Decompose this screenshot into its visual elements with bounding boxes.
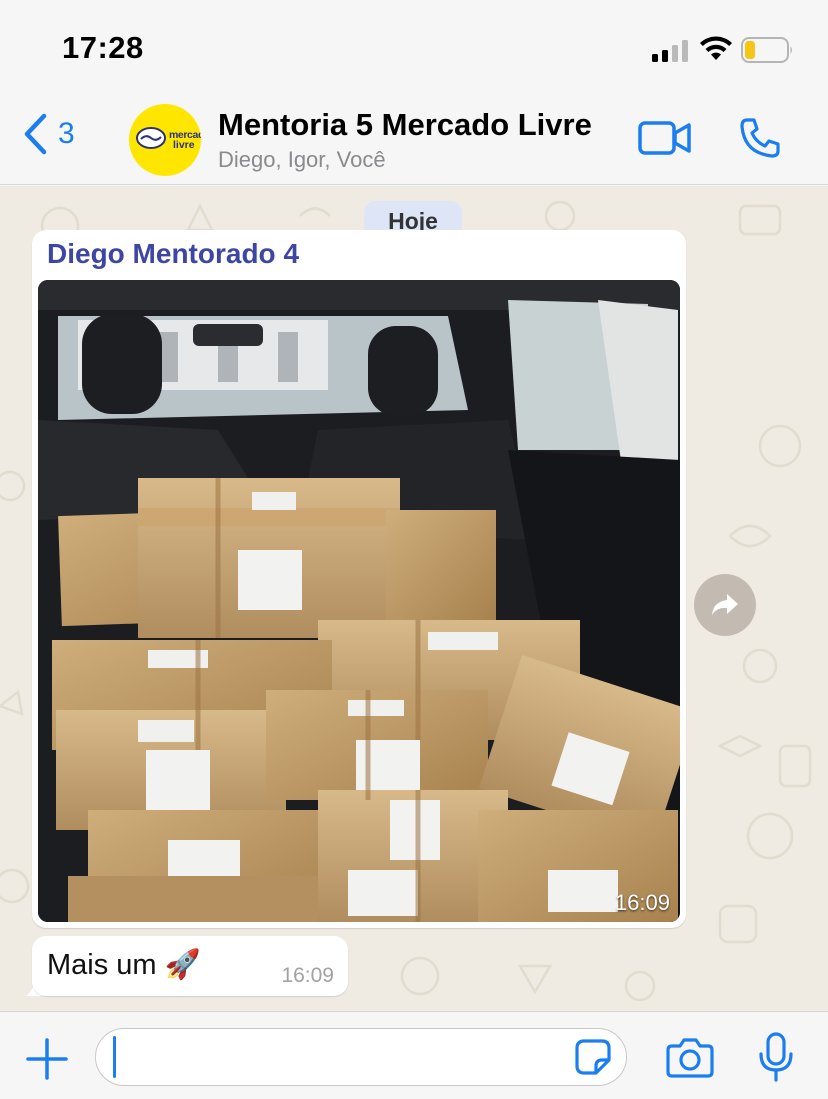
wifi-icon [700,36,732,60]
image-message[interactable]: Diego Mentorado 4 16:09 [32,230,686,928]
forward-button[interactable] [694,574,756,636]
car-trunk-packages-image [38,280,680,922]
chat-title[interactable]: Mentoria 5 Mercado Livre [218,107,592,143]
phone-icon[interactable] [738,116,782,160]
cellular-signal-icon [652,40,688,62]
message-text-row: Mais um 🚀 [47,948,201,982]
text-message[interactable]: Mais um 🚀 16:09 [32,936,348,996]
forward-arrow-icon [712,594,738,615]
back-button[interactable]: 3 [22,112,75,156]
photo-timestamp: 16:09 [614,890,670,915]
sticker-icon[interactable] [574,1038,612,1076]
mercado-livre-logo: mercado livre [136,127,201,151]
svg-text:livre: livre [173,139,195,151]
video-call-icon[interactable] [637,118,693,158]
unread-count: 3 [58,117,75,150]
chat-header: 3 mercado livre Mentoria 5 Mercado Livre… [0,92,828,185]
message-list[interactable]: Hoje Diego Mentorado 4 16:09 Mais um 🚀 1… [0,186,828,1011]
message-text: Mais um [47,948,157,981]
chevron-left-icon [24,113,47,155]
camera-icon[interactable] [666,1036,714,1078]
message-photo[interactable]: 16:09 [38,280,680,922]
message-input[interactable] [95,1028,627,1086]
group-avatar[interactable]: mercado livre [129,104,201,176]
battery-icon [741,37,792,63]
text-cursor [113,1036,116,1078]
plus-icon[interactable] [26,1038,68,1080]
chat-participants[interactable]: Diego, Igor, Você [218,147,386,173]
status-bar: 17:28 [0,0,828,92]
status-time: 17:28 [62,30,144,65]
microphone-icon[interactable] [758,1032,794,1082]
message-sender[interactable]: Diego Mentorado 4 [47,238,299,270]
composer-bar [0,1011,828,1099]
message-timestamp: 16:09 [281,964,334,987]
rocket-emoji: 🚀 [164,949,201,981]
